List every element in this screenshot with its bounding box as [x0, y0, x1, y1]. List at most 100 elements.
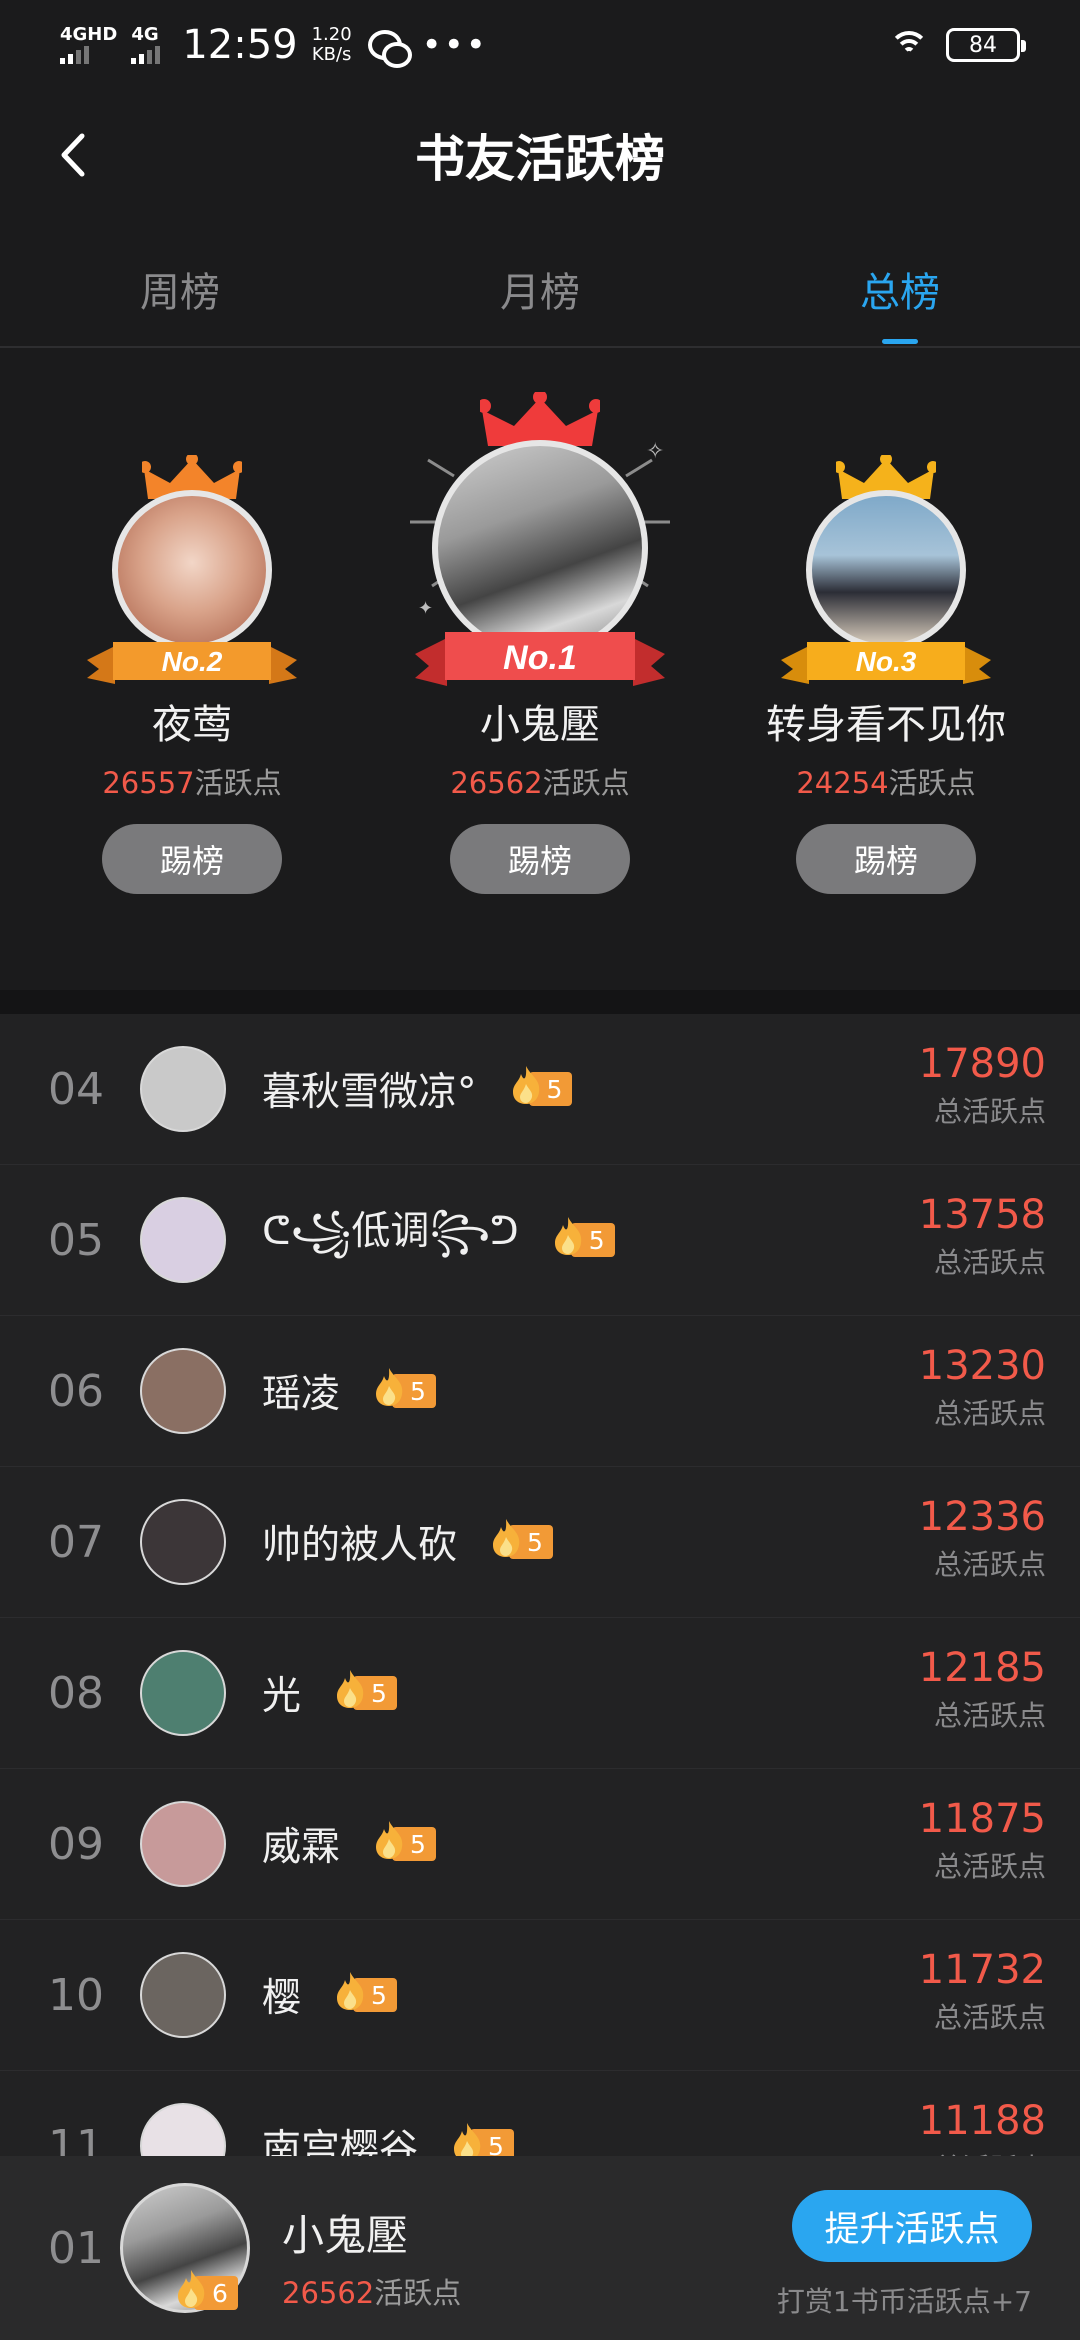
score: 13758 总活跃点	[919, 1193, 1046, 1281]
points-suffix: 活跃点	[888, 766, 976, 800]
rank-row[interactable]: 09 威霖 5 11875 总活跃点	[0, 1769, 1080, 1920]
flame-icon	[554, 1217, 582, 1255]
rank-number: 09	[48, 1818, 104, 1870]
level-badge: 5	[509, 1066, 573, 1107]
level-badge: 5	[333, 1972, 397, 2013]
boost-activity-button[interactable]: 提升活跃点	[792, 2190, 1032, 2262]
avatar[interactable]	[112, 490, 272, 650]
level-badge: 5	[333, 1670, 397, 1711]
kick-button[interactable]: 踢榜	[102, 824, 282, 894]
user-name[interactable]: 南宫樱谷	[262, 2118, 418, 2156]
score-value: 11732	[918, 1947, 1046, 1993]
rank-row[interactable]: 07 帅的被人砍 5 12336 总活跃点	[0, 1467, 1080, 1618]
battery-icon: 84	[946, 28, 1026, 62]
flame-icon	[178, 2270, 205, 2308]
score-value: 17890	[918, 1041, 1046, 1087]
rank-row[interactable]: 05 ᕦ꧁低调꧂ᕤ 5 13758 总活跃点	[0, 1165, 1080, 1316]
tab-monthly[interactable]: 月榜	[360, 240, 720, 346]
rank-number: 05	[48, 1214, 104, 1266]
user-name[interactable]: 樱	[262, 1967, 301, 2023]
score-label: 总活跃点	[919, 2147, 1046, 2156]
podium-points: 24254活跃点	[706, 760, 1066, 802]
rank-row[interactable]: 06 瑶凌 5 13230 总活跃点	[0, 1316, 1080, 1467]
podium-second: No.2 夜莺 26557活跃点 踢榜	[12, 350, 372, 894]
level-badge: 5	[372, 1368, 436, 1409]
rank-row[interactable]: 08 光 5 12185 总活跃点	[0, 1618, 1080, 1769]
network-indicator-1: 4GHD	[60, 26, 117, 64]
my-points: 26562活跃点	[282, 2270, 461, 2312]
avatar[interactable]	[140, 2103, 226, 2156]
score: 11875 总活跃点	[919, 1797, 1046, 1885]
user-name[interactable]: 威霖	[262, 1816, 340, 1872]
score-value: 11875	[918, 1796, 1046, 1842]
avatar[interactable]	[806, 490, 966, 650]
speed-unit: KB/s	[311, 44, 352, 65]
rank-row[interactable]: 04 暮秋雪微凉° 5 17890 总活跃点	[0, 1014, 1080, 1165]
back-icon[interactable]	[50, 130, 100, 180]
rank-row[interactable]: 10 樱 5 11732 总活跃点	[0, 1920, 1080, 2071]
flame-icon	[454, 2123, 481, 2156]
rank-number: 08	[48, 1667, 104, 1719]
network-speed: 1.20 KB/s	[312, 25, 352, 65]
flame-icon	[337, 1972, 364, 2010]
rank-row[interactable]: 11 南宫樱谷 5 11188 总活跃点	[0, 2071, 1080, 2156]
podium: No.2 夜莺 26557活跃点 踢榜 ✧ ✦ No.1 小鬼壓 26562活跃…	[0, 350, 1080, 990]
user-name[interactable]: 光	[262, 1665, 301, 1721]
level-badge: 5	[372, 1821, 436, 1862]
level-badge: 5	[489, 1519, 553, 1560]
more-icon: •••	[421, 25, 488, 65]
score-value: 11188	[918, 2098, 1046, 2144]
flame-icon	[376, 1821, 403, 1859]
score-label: 总活跃点	[933, 2001, 1046, 2034]
avatar[interactable]	[140, 1197, 226, 1283]
score-value: 12185	[918, 1645, 1046, 1691]
avatar[interactable]	[140, 1801, 226, 1887]
speed-value: 1.20	[311, 24, 352, 45]
kick-button[interactable]: 踢榜	[796, 824, 976, 894]
avatar[interactable]	[140, 1499, 226, 1585]
avatar[interactable]	[140, 1348, 226, 1434]
signal-icon	[131, 46, 161, 64]
user-name[interactable]: 帅的被人砍	[262, 1514, 457, 1570]
podium-points: 26557活跃点	[12, 760, 372, 802]
avatar[interactable]	[140, 1952, 226, 2038]
avatar[interactable]	[432, 440, 648, 656]
score-label: 总活跃点	[933, 1850, 1046, 1883]
tab-overall[interactable]: 总榜	[720, 240, 1080, 346]
flame-icon	[493, 1519, 520, 1557]
score: 12185 总活跃点	[919, 1646, 1046, 1734]
rank-ribbon: No.3	[781, 640, 991, 684]
user-name[interactable]: 暮秋雪微凉°	[262, 1061, 477, 1117]
rank-ribbon: No.2	[87, 640, 297, 684]
avatar[interactable]	[140, 1650, 226, 1736]
score-label: 总活跃点	[933, 1548, 1046, 1581]
svg-text:✧: ✧	[646, 439, 664, 464]
network-label-1: 4GHD	[60, 24, 118, 45]
rank-number: 04	[48, 1063, 104, 1115]
wechat-icon	[367, 28, 412, 68]
level-badge: 5	[551, 1217, 615, 1258]
points-value: 24254	[796, 766, 889, 800]
user-name[interactable]: ᕦ꧁低调꧂ᕤ	[262, 1200, 519, 1280]
rank-list[interactable]: 04 暮秋雪微凉° 5 17890 总活跃点 05 ᕦ꧁低调꧂ᕤ 5 13758 总活跃点 06 瑶凌…	[0, 1014, 1080, 2156]
user-name[interactable]: 瑶凌	[262, 1363, 340, 1419]
score-label: 总活跃点	[933, 1095, 1046, 1128]
score-value: 12336	[918, 1494, 1046, 1540]
tab-bar: 周榜 月榜 总榜	[0, 240, 1080, 348]
score-value: 13230	[918, 1343, 1046, 1389]
network-label-2: 4G	[131, 24, 159, 45]
svg-text:✦: ✦	[418, 598, 433, 619]
kick-button[interactable]: 踢榜	[450, 824, 630, 894]
podium-first: ✧ ✦ No.1 小鬼壓 26562活跃点 踢榜	[360, 350, 720, 894]
my-name: 小鬼壓	[282, 2211, 409, 2260]
points-suffix: 活跃点	[374, 2276, 462, 2310]
avatar[interactable]	[140, 1046, 226, 1132]
my-rank-bar: 01 6 小鬼壓 26562活跃点 提升活跃点 打赏1书币活跃点+7	[0, 2156, 1080, 2340]
signal-icon	[60, 46, 117, 64]
flame-icon	[337, 1670, 364, 1708]
score: 11732 总活跃点	[919, 1948, 1046, 2036]
my-level-badge: 6	[174, 2270, 238, 2310]
battery-level: 84	[969, 32, 997, 58]
tab-weekly[interactable]: 周榜	[0, 240, 360, 346]
rank-number: 10	[48, 1969, 104, 2021]
